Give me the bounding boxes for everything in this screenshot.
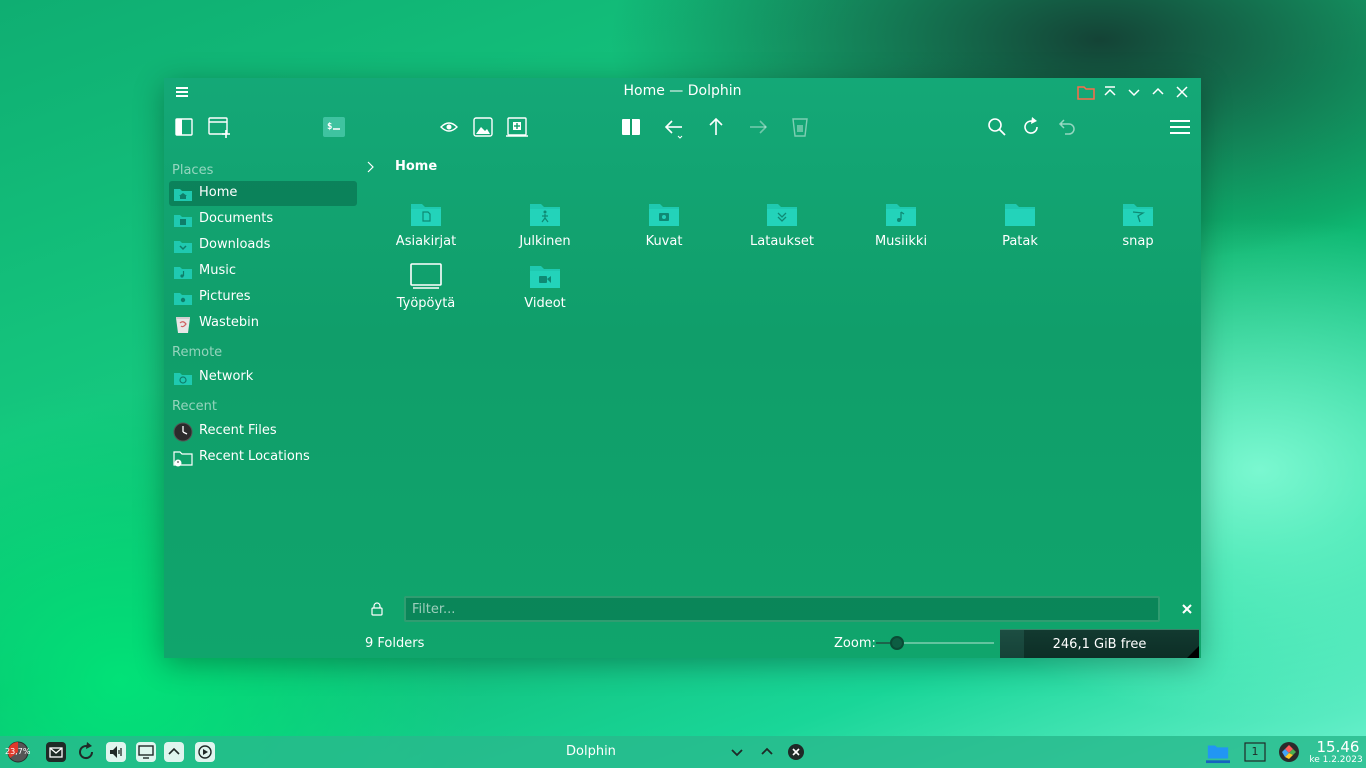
folder-item-kuvat[interactable]: Kuvat — [614, 200, 714, 260]
trash-icon[interactable] — [787, 114, 813, 140]
search-icon[interactable] — [984, 114, 1010, 140]
zoom-label: Zoom: — [834, 636, 876, 651]
resize-grip-icon[interactable] — [1187, 646, 1199, 658]
keep-above-icon[interactable] — [1100, 82, 1120, 102]
task-close-icon[interactable] — [784, 740, 808, 764]
window-title: Home — Dolphin — [623, 83, 742, 99]
toolbar: $ — [164, 110, 1201, 144]
folder-item-snap[interactable]: snap — [1088, 200, 1188, 260]
folder-item-patak[interactable]: Patak — [970, 200, 1070, 260]
downloads-folder-icon — [765, 200, 799, 230]
recent-files-icon — [173, 422, 193, 442]
filter-input[interactable] — [404, 596, 1160, 622]
document-folder-icon — [409, 200, 443, 230]
breadcrumb-chevron-icon[interactable] — [364, 160, 378, 174]
dolphin-window: Home — Dolphin $ Places Home Documents D… — [164, 78, 1201, 658]
dolphin-app-icon — [1076, 82, 1096, 102]
volume-icon[interactable] — [104, 740, 128, 764]
folder-item-musiikki[interactable]: Musiikki — [851, 200, 951, 260]
place-downloads[interactable]: Downloads — [169, 233, 357, 258]
reload-icon[interactable] — [1018, 114, 1044, 140]
folder-icon — [1003, 200, 1037, 230]
update-icon[interactable] — [74, 740, 98, 764]
place-recent-locations[interactable]: Recent Locations — [169, 445, 357, 470]
back-arrow-icon[interactable] — [661, 114, 687, 140]
downloads-folder-icon — [173, 236, 193, 256]
task-dolphin[interactable]: Dolphin — [566, 744, 616, 759]
up-arrow-icon[interactable] — [703, 114, 729, 140]
show-hidden-tray-icon[interactable] — [162, 740, 186, 764]
zoom-slider[interactable] — [876, 635, 994, 651]
place-music[interactable]: Music — [169, 259, 357, 284]
image-view-icon[interactable] — [470, 114, 496, 140]
breadcrumb-home[interactable]: Home — [395, 159, 437, 174]
forward-arrow-icon[interactable] — [745, 114, 771, 140]
recent-locations-icon — [173, 448, 193, 468]
taskbar: 23,7% Dolphin 1 15.46 ke 1.2.2023 — [0, 736, 1366, 768]
task-minimize-icon[interactable] — [725, 740, 749, 764]
new-folder-view-icon[interactable] — [504, 114, 530, 140]
section-recent: Recent — [172, 399, 217, 414]
section-places: Places — [172, 163, 214, 178]
place-network[interactable]: Network — [169, 365, 357, 390]
desktop-icon — [409, 262, 443, 292]
folder-item-julkinen[interactable]: Julkinen — [495, 200, 595, 260]
task-maximize-icon[interactable] — [755, 740, 779, 764]
media-player-icon[interactable] — [193, 740, 217, 764]
split-view-icon[interactable] — [618, 114, 644, 140]
pictures-folder-icon — [647, 200, 681, 230]
pictures-folder-icon — [173, 288, 193, 308]
place-pictures[interactable]: Pictures — [169, 285, 357, 310]
network-folder-icon — [173, 368, 193, 388]
snap-folder-icon — [1121, 200, 1155, 230]
music-folder-icon — [173, 262, 193, 282]
zoom-slider-handle[interactable] — [890, 636, 905, 650]
free-space-text: 246,1 GiB free — [1052, 637, 1147, 652]
folder-item-tyopoyta[interactable]: Työpöytä — [376, 262, 476, 322]
music-folder-icon — [884, 200, 918, 230]
app-launcher-icon[interactable] — [1277, 740, 1301, 764]
place-wastebin[interactable]: Wastebin — [169, 311, 357, 336]
mail-icon[interactable] — [44, 740, 68, 764]
svg-text:$: $ — [327, 122, 332, 132]
display-icon[interactable] — [134, 740, 158, 764]
files-taskbar-icon[interactable] — [1206, 740, 1232, 764]
wastebin-icon — [173, 314, 193, 334]
virtual-desktop-pager[interactable]: 1 — [1243, 740, 1267, 764]
show-panels-icon[interactable] — [171, 114, 197, 140]
cpu-usage-text: 23,7% — [5, 747, 31, 756]
minimize-icon[interactable] — [1124, 82, 1144, 102]
desktop-number: 1 — [1251, 745, 1259, 758]
free-space-indicator[interactable]: 246,1 GiB free — [1000, 629, 1199, 658]
place-recent-files[interactable]: Recent Files — [169, 419, 357, 444]
close-icon[interactable] — [1172, 82, 1192, 102]
place-home[interactable]: Home — [169, 181, 357, 206]
filter-bar — [164, 593, 1201, 627]
clock-date[interactable]: ke 1.2.2023 — [1308, 755, 1364, 765]
home-folder-icon — [173, 184, 193, 204]
terminal-icon[interactable]: $ — [321, 114, 347, 140]
documents-folder-icon — [173, 210, 193, 230]
title-bar[interactable]: Home — Dolphin — [164, 78, 1201, 105]
maximize-icon[interactable] — [1148, 82, 1168, 102]
items-count: 9 Folders — [365, 636, 425, 651]
status-bar: 9 Folders Zoom: 246,1 GiB free — [164, 629, 1201, 658]
folder-item-asiakirjat[interactable]: Asiakirjat — [376, 200, 476, 260]
section-remote: Remote — [172, 345, 223, 360]
clock-time[interactable]: 15.46 — [1312, 738, 1364, 756]
lock-icon[interactable] — [369, 601, 385, 617]
close-filter-icon[interactable] — [1180, 602, 1194, 616]
folder-item-lataukset[interactable]: Lataukset — [732, 200, 832, 260]
hamburger-menu-icon[interactable] — [1167, 114, 1193, 140]
public-folder-icon — [528, 200, 562, 230]
undo-icon[interactable] — [1053, 114, 1079, 140]
folder-item-videot[interactable]: Videot — [495, 262, 595, 322]
videos-folder-icon — [528, 262, 562, 292]
place-documents[interactable]: Documents — [169, 207, 357, 232]
new-tab-icon[interactable] — [206, 114, 232, 140]
preview-icon[interactable] — [436, 114, 462, 140]
